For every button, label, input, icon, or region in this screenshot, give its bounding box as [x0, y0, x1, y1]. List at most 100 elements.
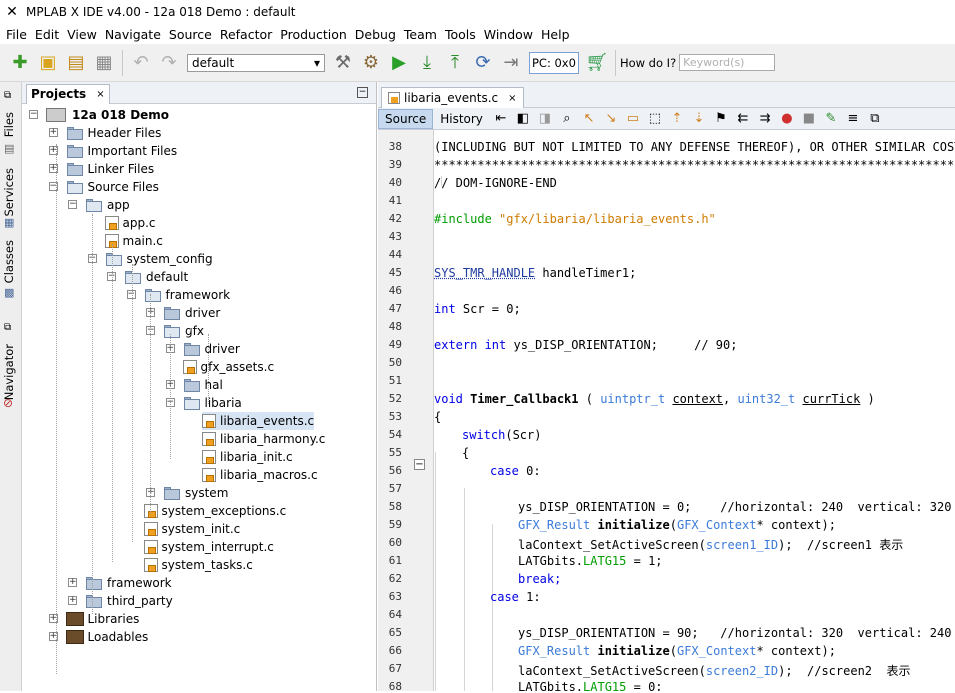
tree-file-item[interactable]: app.c — [104, 214, 156, 232]
tree-folder-item[interactable]: default — [124, 268, 188, 286]
more-tools-icon[interactable]: ⧉ — [864, 109, 886, 129]
tree-file-item[interactable]: libaria_macros.c — [202, 466, 318, 484]
debug-project-icon[interactable]: ⇥ — [497, 49, 525, 77]
collapse-toggle[interactable]: − — [29, 110, 38, 119]
tree-folder-item[interactable]: driver — [163, 304, 220, 322]
close-icon[interactable]: × — [508, 93, 516, 104]
redo-icon[interactable]: ↷ — [155, 49, 183, 77]
tree-file-item[interactable]: system_init.c — [143, 520, 240, 538]
reset-icon[interactable]: ⟳ — [469, 49, 497, 77]
new-file-icon[interactable]: ✚ — [6, 49, 34, 77]
tree-folder-item[interactable]: framework — [144, 286, 230, 304]
configuration-select[interactable]: default ▾ — [187, 53, 325, 72]
new-project-icon[interactable]: ▣ — [34, 49, 62, 77]
code-line-42: #include "gfx/libaria/libaria_events.h" — [434, 212, 716, 226]
tree-file-item[interactable]: main.c — [104, 232, 163, 250]
prev-bookmark-icon[interactable]: ⇡ — [666, 109, 688, 129]
services-tab[interactable]: Services — [2, 168, 16, 217]
close-icon[interactable]: × — [96, 89, 104, 100]
menu-production[interactable]: Production — [276, 27, 351, 42]
expand-toggle[interactable]: + — [68, 596, 77, 605]
tree-folder-item[interactable]: Header Files — [66, 124, 161, 142]
tree-file-item[interactable]: libaria_events.c — [202, 412, 315, 430]
source-button[interactable]: Source — [378, 108, 434, 129]
restore-window-icon[interactable]: ⧉ — [4, 322, 11, 333]
build-hammer-icon[interactable]: ⚒ — [329, 49, 357, 77]
files-tab[interactable]: Files — [2, 112, 16, 137]
menu-refactor[interactable]: Refactor — [216, 27, 276, 42]
menu-source[interactable]: Source — [165, 27, 216, 42]
minimize-icon[interactable]: − — [357, 87, 368, 98]
tab-libaria-events[interactable]: libaria_events.c × — [381, 87, 524, 108]
stop-macro-icon[interactable]: ■ — [798, 109, 820, 129]
menu-debug[interactable]: Debug — [351, 27, 400, 42]
menu-edit[interactable]: Edit — [31, 27, 63, 42]
clean-build-icon[interactable]: ⚙ — [357, 49, 385, 77]
last-edit-icon[interactable]: ⇤ — [490, 109, 512, 129]
read-device-icon[interactable]: ⤒ — [441, 49, 469, 77]
open-project-icon[interactable]: ▤ — [62, 49, 90, 77]
tree-folder-item[interactable]: hal — [183, 376, 223, 394]
shift-right-icon[interactable]: ⇉ — [754, 109, 776, 129]
comment-icon[interactable]: ✎ — [820, 109, 842, 129]
tree-folder-item[interactable]: Important Files — [66, 142, 177, 160]
tree-folder-item[interactable]: Linker Files — [66, 160, 154, 178]
collapse-toggle[interactable]: − — [126, 290, 136, 299]
run-icon[interactable]: ▶ — [385, 49, 413, 77]
collapse-toggle[interactable]: − — [68, 200, 77, 209]
menu-file[interactable]: File — [2, 27, 31, 42]
menu-view[interactable]: View — [63, 27, 101, 42]
history-button[interactable]: History — [433, 109, 490, 129]
expand-toggle[interactable]: + — [48, 128, 58, 137]
find-next-icon[interactable]: ↘ — [600, 109, 622, 129]
tree-file-item[interactable]: system_exceptions.c — [143, 502, 286, 520]
tree-file-item[interactable]: libaria_init.c — [202, 448, 293, 466]
back-icon[interactable]: ◧ — [512, 109, 534, 129]
program-device-icon[interactable]: ⤓ — [413, 49, 441, 77]
code-area[interactable]: − (INCLUDING BUT NOT LIMITED TO ANY DEFE… — [378, 130, 955, 691]
navigator-tab[interactable]: Navigator — [2, 344, 16, 400]
uncomment-icon[interactable]: ≡ — [842, 109, 864, 129]
code-line-66: GFX_Result initialize(GFX_Context* conte… — [518, 644, 836, 658]
tree-file-item[interactable]: libaria_harmony.c — [202, 430, 325, 448]
save-all-icon[interactable]: ▦ — [90, 49, 118, 77]
tree-folder-item[interactable]: Source Files — [66, 178, 159, 196]
toggle-bookmark-icon[interactable]: ⚑ — [710, 109, 732, 129]
tree-file-item[interactable]: system_interrupt.c — [143, 538, 274, 556]
tree-folder-item[interactable]: system — [163, 484, 228, 502]
tree-folder-item[interactable]: libaria — [183, 394, 242, 412]
tree-folder-item[interactable]: Libraries — [65, 610, 139, 628]
tab-projects[interactable]: Projects × — [26, 83, 110, 104]
tree-folder-item[interactable]: framework — [85, 574, 172, 592]
tree-file-item[interactable]: system_tasks.c — [143, 556, 253, 574]
toggle-highlight-icon[interactable]: ▭ — [622, 109, 644, 129]
project-icon — [46, 108, 66, 122]
tree-folder-item[interactable]: Loadables — [65, 628, 148, 646]
fold-toggle[interactable]: − — [414, 459, 425, 470]
shift-left-icon[interactable]: ⇇ — [732, 109, 754, 129]
next-bookmark-icon[interactable]: ⇣ — [688, 109, 710, 129]
menu-tools[interactable]: Tools — [441, 27, 480, 42]
find-icon[interactable]: ⌕ — [556, 109, 578, 129]
menu-help[interactable]: Help — [537, 27, 574, 42]
forward-icon[interactable]: ◨ — [534, 109, 556, 129]
record-macro-icon[interactable]: ● — [776, 109, 798, 129]
menu-navigate[interactable]: Navigate — [101, 27, 165, 42]
tree-folder-item[interactable]: system_config — [105, 250, 213, 268]
search-input[interactable]: Keyword(s) — [679, 54, 776, 71]
undo-icon[interactable]: ↶ — [127, 49, 155, 77]
tree-folder-item[interactable]: driver — [183, 340, 240, 358]
expand-toggle[interactable]: + — [68, 578, 77, 587]
find-previous-icon[interactable]: ↖ — [578, 109, 600, 129]
restore-window-icon[interactable]: ⧉ — [4, 90, 11, 101]
tree-file-item[interactable]: gfx_assets.c — [182, 358, 274, 376]
menu-team[interactable]: Team — [400, 27, 441, 42]
menu-window[interactable]: Window — [480, 27, 537, 42]
classes-tab[interactable]: Classes — [2, 240, 16, 283]
select-icon[interactable]: ⬚ — [644, 109, 666, 129]
folder-open-icon — [183, 396, 201, 410]
cart-icon[interactable]: 🛒︎ — [583, 49, 611, 77]
tree-project-item[interactable]: 12a 018 Demo — [46, 106, 169, 124]
tree-folder-item[interactable]: app — [85, 196, 130, 214]
tree-folder-item[interactable]: third_party — [85, 592, 173, 610]
